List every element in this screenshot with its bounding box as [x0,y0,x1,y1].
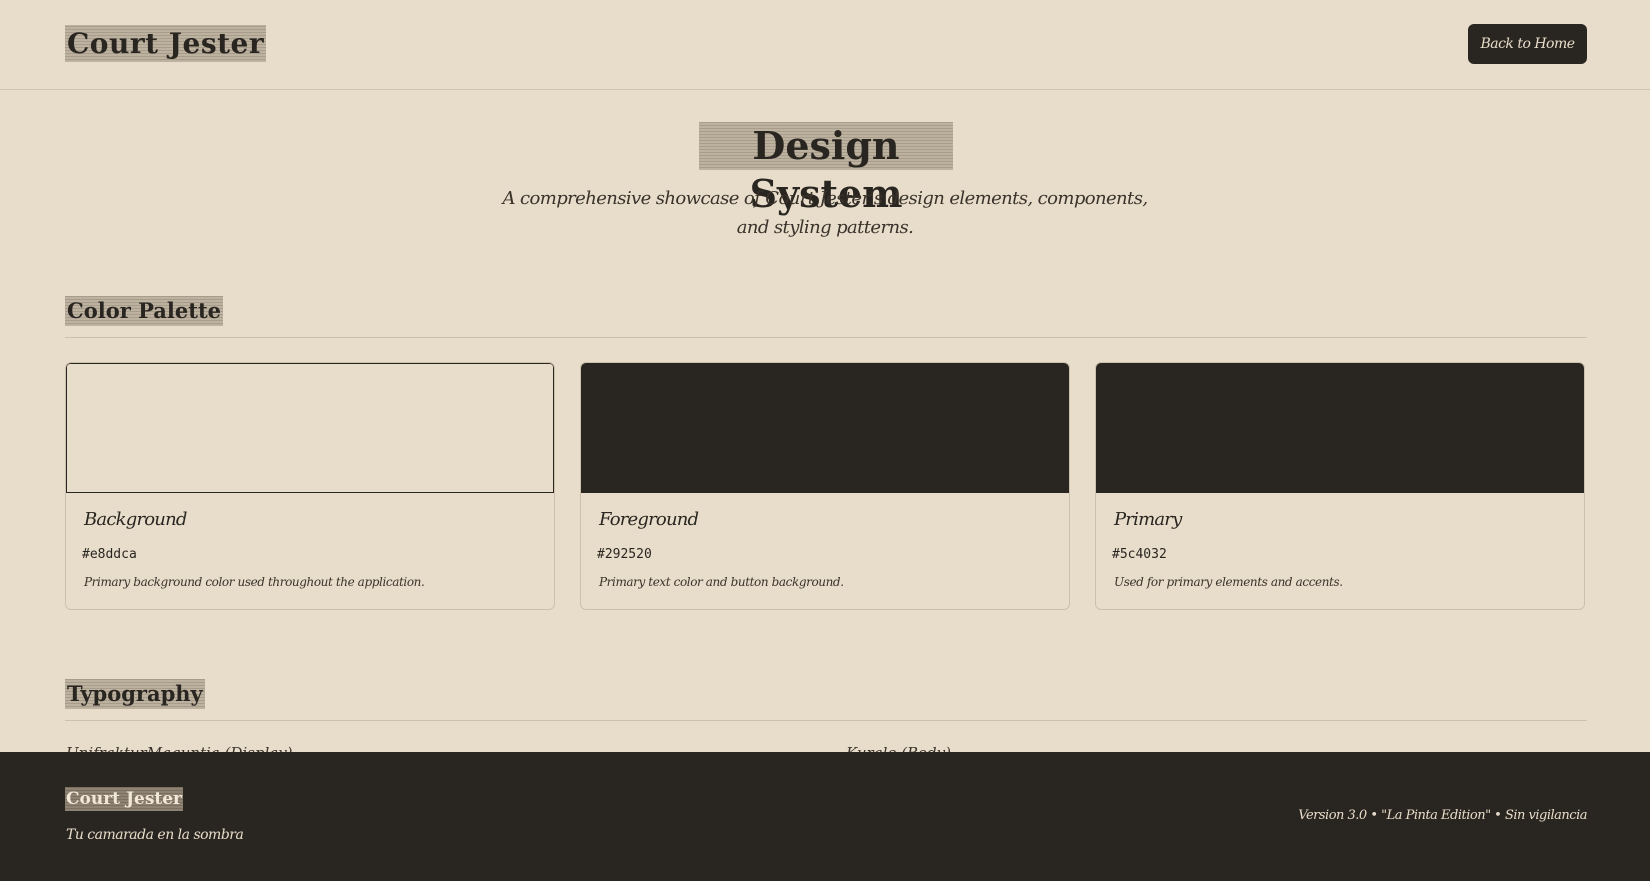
color-hex: #292520 [597,547,652,562]
site-header: Court Jester Back to Home [0,0,1650,90]
color-name: Foreground [599,509,699,530]
color-description: Primary background color used throughout… [84,575,425,589]
back-to-home-button[interactable]: Back to Home [1468,24,1587,64]
color-card-primary: Primary #5c4032 Used for primary element… [1095,362,1585,610]
color-card-foreground: Foreground #292520 Primary text color an… [580,362,1070,610]
footer-tagline: Tu camarada en la sombra [66,827,244,843]
section-divider [65,337,1587,338]
design-system-page: Court Jester Back to Home Design System … [0,0,1650,881]
color-card-background: Background #e8ddca Primary background co… [65,362,555,610]
color-name: Primary [1114,509,1182,530]
color-name: Background [84,509,187,530]
color-swatch [581,363,1069,493]
footer-version: Version 3.0 • "La Pinta Edition" • Sin v… [1298,808,1587,823]
color-description: Primary text color and button background… [599,575,844,589]
color-description: Used for primary elements and accents. [1114,575,1343,589]
page-title: Design System [699,122,953,216]
section-divider [65,720,1587,721]
footer-brand-logo[interactable]: Court Jester [65,787,184,811]
page-subtitle: A comprehensive showcase of Court Jester… [502,188,1149,238]
color-palette-heading: Color Palette [65,296,224,326]
typography-heading: Typography [65,679,205,709]
site-footer: Court Jester Tu camarada en la sombra Ve… [0,752,1650,881]
color-hex: #5c4032 [1112,547,1167,562]
color-swatch [1096,363,1584,493]
color-swatch [66,363,554,493]
brand-logo[interactable]: Court Jester [65,25,267,62]
color-hex: #e8ddca [82,547,137,562]
